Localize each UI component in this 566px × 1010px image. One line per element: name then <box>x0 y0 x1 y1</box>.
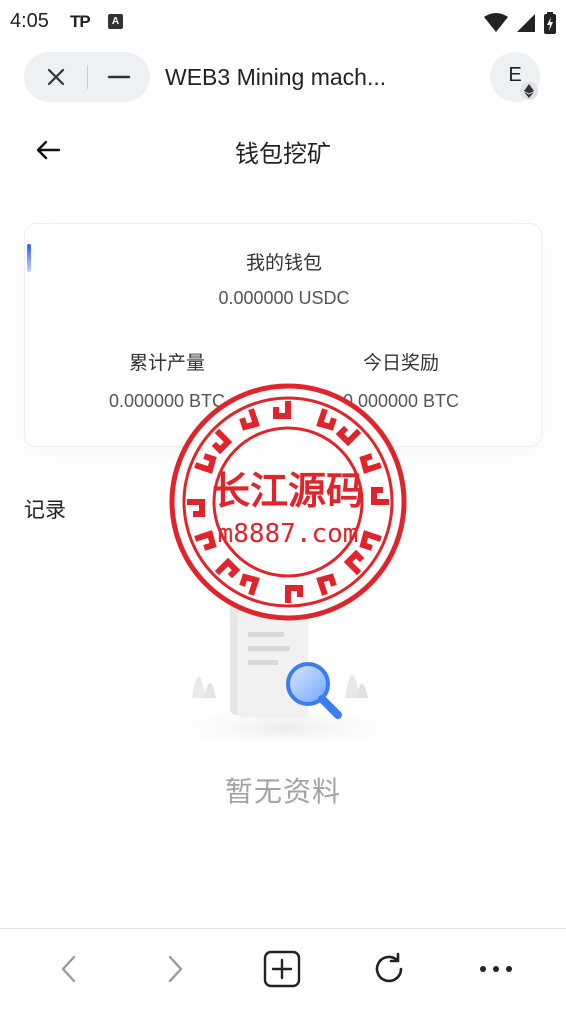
empty-state-text: 暂无资料 <box>224 775 341 808</box>
browser-toolbar: WEB3 Mining mach... E <box>0 44 566 114</box>
close-button[interactable] <box>36 57 76 97</box>
stat-label: 累计产量 <box>128 352 205 374</box>
window-controls <box>24 52 150 102</box>
watermark-line2: m8887.com <box>218 519 359 549</box>
nav-back-button[interactable] <box>47 947 91 991</box>
ethereum-icon <box>520 82 538 100</box>
watermark-line1: 长江源码 <box>212 469 364 513</box>
account-button[interactable]: E <box>490 52 540 102</box>
new-tab-button[interactable] <box>260 947 304 991</box>
minimize-button[interactable] <box>99 57 139 97</box>
signal-icon <box>517 14 535 32</box>
battery-icon <box>544 12 556 34</box>
new-tab-icon <box>263 950 301 988</box>
status-time: 4:05 <box>10 10 49 32</box>
page-header: 钱包挖矿 <box>0 124 566 176</box>
tp-notification-icon: TP <box>70 12 91 31</box>
nav-forward-button[interactable] <box>153 947 197 991</box>
refresh-icon <box>375 952 403 983</box>
browser-bottom-bar <box>0 928 566 1010</box>
a-notification-icon: A <box>108 14 123 29</box>
wallet-label: 我的钱包 <box>245 252 322 274</box>
tab-title: WEB3 Mining mach... <box>165 64 387 90</box>
stat-label: 今日奖励 <box>362 352 439 374</box>
more-button[interactable] <box>474 947 518 991</box>
watermark-stamp: 长江源码 m8887.com <box>168 382 408 622</box>
close-icon <box>47 68 65 86</box>
more-icon <box>480 966 512 972</box>
wifi-icon <box>484 13 508 32</box>
minimize-icon <box>107 75 131 79</box>
records-title: 记录 <box>24 498 66 522</box>
status-bar: 4:05 TP A <box>0 0 566 44</box>
forward-icon <box>168 955 183 983</box>
page-title: 钱包挖矿 <box>235 140 331 168</box>
status-icons <box>484 12 556 34</box>
back-icon <box>61 955 76 983</box>
wallet-balance: 0.000000 USDC <box>218 288 350 308</box>
pill-divider <box>87 65 88 89</box>
refresh-button[interactable] <box>367 947 411 991</box>
